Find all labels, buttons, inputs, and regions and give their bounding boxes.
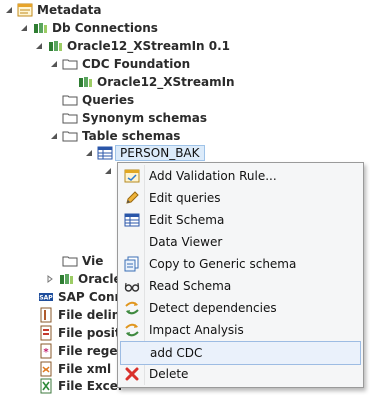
tree-node-db-connections[interactable]: Db Connections bbox=[19, 19, 158, 37]
tree-node-file-positional[interactable]: File positi bbox=[38, 324, 125, 342]
copy-doc-icon bbox=[124, 256, 140, 272]
tree-label-oracle-child: Oracle12_XStreamIn bbox=[97, 75, 235, 89]
collapse-arrow-icon[interactable] bbox=[49, 59, 59, 69]
tree-node-person-bak-child[interactable] bbox=[103, 162, 116, 180]
expand-arrow-icon[interactable] bbox=[45, 274, 55, 284]
collapse-arrow-icon[interactable] bbox=[84, 148, 94, 158]
db-connection-icon bbox=[77, 74, 93, 90]
red-x-icon bbox=[124, 366, 140, 382]
folder-icon bbox=[62, 110, 78, 126]
tree-node-file-delimited[interactable]: File delim bbox=[38, 306, 124, 324]
tree-node-cdc-foundation[interactable]: CDC Foundation bbox=[49, 55, 190, 73]
tree-label-sap: SAP Conn bbox=[58, 290, 124, 304]
menu-item-copy-to-generic-schema[interactable]: Copy to Generic schema bbox=[120, 253, 361, 275]
glasses-icon bbox=[124, 278, 140, 294]
folder-icon bbox=[62, 56, 78, 72]
pencil-icon bbox=[124, 190, 140, 206]
impact-arrows-icon bbox=[124, 322, 140, 338]
menu-item-add-validation-rule[interactable]: Add Validation Rule... bbox=[120, 165, 361, 187]
folder-icon bbox=[62, 92, 78, 108]
tree-node-oracle-other[interactable]: Oracle bbox=[45, 270, 122, 288]
menu-item-delete[interactable]: Delete bbox=[120, 363, 361, 385]
tree-label-person-bak: PERSON_BAK bbox=[115, 145, 205, 161]
tree-node-file-xml[interactable]: File xml bbox=[38, 360, 111, 378]
tree-label-oracle-other: Oracle bbox=[78, 272, 122, 286]
file-delimited-icon bbox=[38, 307, 54, 323]
menu-label: Add Validation Rule... bbox=[149, 169, 277, 183]
tree-label-cdc-foundation: CDC Foundation bbox=[82, 57, 191, 71]
context-menu: Add Validation Rule... Edit queries Edit… bbox=[117, 162, 364, 388]
metadata-icon bbox=[17, 2, 33, 18]
tree-label-file-delimited: File delim bbox=[58, 308, 125, 322]
sap-icon: SAP bbox=[38, 289, 54, 305]
folder-icon bbox=[62, 128, 78, 144]
collapse-arrow-icon[interactable] bbox=[19, 23, 29, 33]
collapse-arrow-icon[interactable] bbox=[103, 166, 113, 176]
menu-label: Copy to Generic schema bbox=[149, 257, 297, 271]
table-grid-icon bbox=[124, 212, 140, 228]
menu-item-edit-schema[interactable]: Edit Schema bbox=[120, 209, 361, 231]
file-xml-icon bbox=[38, 361, 54, 377]
collapse-arrow-icon[interactable] bbox=[49, 131, 59, 141]
tree-label-views: Vie bbox=[82, 254, 104, 268]
tree-label-file-xml: File xml bbox=[58, 362, 112, 376]
tree-label-table-schemas: Table schemas bbox=[82, 129, 181, 143]
menu-item-add-cdc[interactable]: add CDC bbox=[120, 341, 361, 365]
file-positional-icon bbox=[38, 325, 54, 341]
tree-node-oracle-connection[interactable]: Oracle12_XStreamIn 0.1 bbox=[34, 37, 230, 55]
tree-node-table-schemas[interactable]: Table schemas bbox=[49, 127, 180, 145]
db-connection-icon bbox=[58, 271, 74, 287]
menu-label: Edit queries bbox=[149, 191, 221, 205]
tree-node-sap-connections[interactable]: SAP SAP Conn bbox=[38, 288, 123, 306]
tree-node-oracle-child[interactable]: Oracle12_XStreamIn bbox=[77, 73, 235, 91]
collapse-arrow-icon[interactable] bbox=[4, 5, 14, 15]
menu-label: Detect dependencies bbox=[149, 301, 277, 315]
menu-item-data-viewer[interactable]: Data Viewer bbox=[120, 231, 361, 253]
tree-node-file-regex[interactable]: * File regex bbox=[38, 342, 125, 360]
menu-item-detect-dependencies[interactable]: Detect dependencies bbox=[120, 297, 361, 319]
tree-label-file-excel: File Excel bbox=[58, 379, 123, 393]
tree-label-db-connections: Db Connections bbox=[52, 21, 158, 35]
dependency-arrows-icon bbox=[124, 300, 140, 316]
menu-item-read-schema[interactable]: Read Schema bbox=[120, 275, 361, 297]
menu-label: add CDC bbox=[150, 346, 203, 360]
svg-text:SAP: SAP bbox=[39, 295, 53, 302]
validation-rule-icon bbox=[124, 168, 140, 184]
db-connection-icon bbox=[47, 38, 63, 54]
svg-text:*: * bbox=[43, 347, 49, 358]
menu-label: Delete bbox=[149, 367, 189, 381]
file-regex-icon: * bbox=[38, 343, 54, 359]
table-icon bbox=[97, 145, 113, 161]
menu-label: Data Viewer bbox=[149, 235, 223, 249]
tree-node-file-excel[interactable]: File Excel bbox=[38, 377, 122, 395]
tree-node-metadata[interactable]: Metadata bbox=[4, 1, 101, 19]
tree-label-oracle-connection: Oracle12_XStreamIn 0.1 bbox=[67, 39, 231, 53]
blank-icon-slot bbox=[125, 345, 141, 361]
tree-label-queries: Queries bbox=[82, 93, 135, 107]
tree-label-synonym-schemas: Synonym schemas bbox=[82, 111, 207, 125]
menu-label: Edit Schema bbox=[149, 213, 225, 227]
tree-label-file-positional: File positi bbox=[58, 326, 125, 340]
db-connections-icon bbox=[32, 20, 48, 36]
menu-label: Impact Analysis bbox=[149, 323, 244, 337]
tree-node-synonym-schemas[interactable]: Synonym schemas bbox=[62, 109, 207, 127]
menu-item-edit-queries[interactable]: Edit queries bbox=[120, 187, 361, 209]
tree-node-person-bak[interactable]: PERSON_BAK bbox=[84, 144, 205, 162]
menu-label: Read Schema bbox=[149, 279, 232, 293]
tree-node-views[interactable]: Vie bbox=[62, 252, 103, 270]
folder-icon bbox=[62, 253, 78, 269]
menu-item-impact-analysis[interactable]: Impact Analysis bbox=[120, 319, 361, 341]
tree-label-file-regex: File regex bbox=[58, 344, 126, 358]
file-excel-icon bbox=[38, 378, 54, 394]
tree-label-metadata: Metadata bbox=[37, 3, 102, 17]
collapse-arrow-icon[interactable] bbox=[34, 41, 44, 51]
tree-node-queries[interactable]: Queries bbox=[62, 91, 134, 109]
blank-icon-slot bbox=[124, 234, 140, 250]
